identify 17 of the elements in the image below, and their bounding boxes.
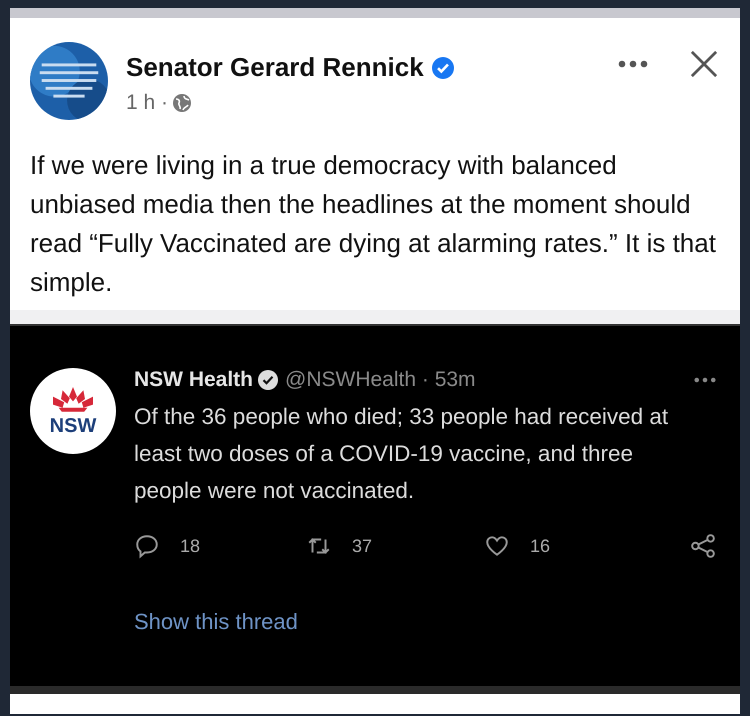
tweet-text: Of the 36 people who died; 33 people had received at least two doses of a COVID-19 vaccine, and three people were not vaccinated.	[134, 403, 670, 505]
handle-time[interactable]: @NSWHealth · 53m	[285, 368, 476, 392]
action-count: 18	[180, 536, 200, 556]
action-count: 37	[352, 536, 372, 556]
comment-icon[interactable]	[134, 533, 160, 559]
close-icon[interactable]	[690, 50, 718, 78]
nsw-logo: NSW	[30, 368, 116, 454]
post-text: If we were living in a true democracy with balanced unbiased media then the headlines at the moment should read “Fully Vaccinated are dying at alarming rates.” It is that simple.	[30, 149, 717, 299]
globe-icon	[172, 93, 192, 113]
author-name[interactable]: Senator Gerard Rennick	[126, 52, 424, 83]
more-icon[interactable]	[694, 377, 716, 383]
more-icon[interactable]	[618, 60, 648, 68]
account-name[interactable]: NSW Health	[134, 368, 254, 392]
share-icon[interactable]	[690, 533, 716, 559]
action-count: 16	[530, 536, 550, 556]
show-thread-link[interactable]: Show this thread	[134, 609, 298, 635]
post-time[interactable]: 1 h ·	[126, 91, 168, 115]
